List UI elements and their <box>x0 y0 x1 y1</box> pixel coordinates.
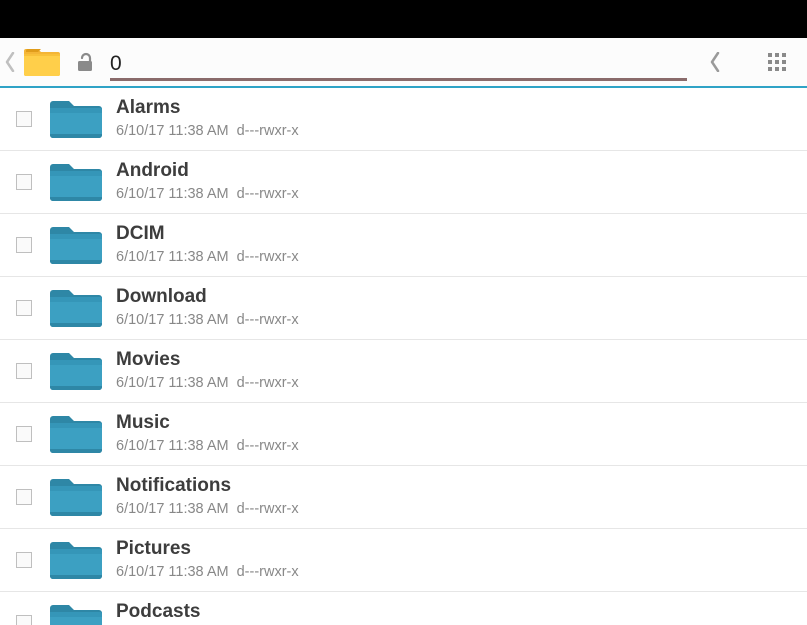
folder-date: 6/10/17 11:38 AM <box>116 375 229 391</box>
row-text: Download 6/10/17 11:38 AM d---rwxr-x <box>116 286 797 330</box>
folder-perms: d---rwxr-x <box>237 438 299 454</box>
grid-icon <box>768 53 786 71</box>
row-text: Music 6/10/17 11:38 AM d---rwxr-x <box>116 412 797 456</box>
app-folder-icon[interactable] <box>24 46 60 78</box>
folder-perms: d---rwxr-x <box>237 501 299 517</box>
path-input[interactable]: 0 <box>110 43 687 81</box>
checkbox[interactable] <box>16 426 32 442</box>
list-item[interactable]: Podcasts6/10/17 11:38 AMd---rwxr-x <box>0 592 807 625</box>
folder-date: 6/10/17 11:38 AM <box>116 438 229 454</box>
row-text: Notifications 6/10/17 11:38 AM d---rwxr-x <box>116 475 797 519</box>
row-text: DCIM 6/10/17 11:38 AM d---rwxr-x <box>116 223 797 267</box>
checkbox[interactable] <box>16 300 32 316</box>
folder-meta: 6/10/17 11:38 AM d---rwxr-x <box>116 373 797 393</box>
checkbox[interactable] <box>16 237 32 253</box>
folder-perms: d---rwxr-x <box>237 186 299 202</box>
folder-icon <box>50 98 102 140</box>
folder-date: 6/10/17 11:38 AM <box>116 312 229 328</box>
folder-date: 6/10/17 11:38 AM <box>116 123 229 139</box>
checkbox[interactable] <box>16 363 32 379</box>
unlock-button[interactable] <box>74 49 100 75</box>
folder-name: Music <box>116 412 797 435</box>
folder-date: 6/10/17 11:38 AM <box>116 186 229 202</box>
folder-perms: d---rwxr-x <box>237 312 299 328</box>
folder-meta: 6/10/17 11:38 AM d---rwxr-x <box>116 247 797 267</box>
back-button[interactable] <box>2 52 18 72</box>
path-underline <box>110 78 687 81</box>
folder-name: Alarms <box>116 97 797 120</box>
folder-date: 6/10/17 11:38 AM <box>116 564 229 580</box>
folder-perms: d---rwxr-x <box>237 123 299 139</box>
list-item[interactable]: Android 6/10/17 11:38 AM d---rwxr-x <box>0 151 807 214</box>
list-item[interactable]: Notifications 6/10/17 11:38 AM d---rwxr-x <box>0 466 807 529</box>
checkbox[interactable] <box>16 489 32 505</box>
file-list[interactable]: Alarms6/10/17 11:38 AMd---rwxr-xAndroid6… <box>0 88 807 625</box>
list-item[interactable]: DCIM 6/10/17 11:38 AM d---rwxr-x <box>0 214 807 277</box>
folder-icon <box>50 413 102 455</box>
row-text: Pictures 6/10/17 11:38 AM d---rwxr-x <box>116 538 797 582</box>
row-text: Android 6/10/17 11:38 AM d---rwxr-x <box>116 160 797 204</box>
folder-name: Movies <box>116 349 797 372</box>
folder-perms: d---rwxr-x <box>237 249 299 265</box>
checkbox[interactable] <box>16 552 32 568</box>
folder-icon <box>50 287 102 329</box>
folder-name: Podcasts <box>116 601 797 624</box>
checkbox[interactable] <box>16 174 32 190</box>
list-item[interactable]: Pictures 6/10/17 11:38 AM d---rwxr-x <box>0 529 807 592</box>
folder-name: Notifications <box>116 475 797 498</box>
folder-icon <box>50 476 102 518</box>
folder-name: Android <box>116 160 797 183</box>
folder-date: 6/10/17 11:38 AM <box>116 501 229 517</box>
folder-icon <box>50 350 102 392</box>
folder-date: 6/10/17 11:38 AM <box>116 249 229 265</box>
folder-icon <box>50 602 102 625</box>
folder-meta: 6/10/17 11:38 AM d---rwxr-x <box>116 436 797 456</box>
folder-meta: 6/10/17 11:38 AM d---rwxr-x <box>116 310 797 330</box>
folder-meta: 6/10/17 11:38 AM d---rwxr-x <box>116 499 797 519</box>
folder-name: Pictures <box>116 538 797 561</box>
unlock-icon <box>76 51 98 73</box>
folder-name: DCIM <box>116 223 797 246</box>
folder-icon <box>50 161 102 203</box>
folder-meta: 6/10/17 11:38 AM d---rwxr-x <box>116 184 797 204</box>
folder-icon <box>50 224 102 266</box>
folder-meta: 6/10/17 11:38 AM d---rwxr-x <box>116 121 797 141</box>
folder-name: Download <box>116 286 797 309</box>
folder-meta: 6/10/17 11:38 AM d---rwxr-x <box>116 562 797 582</box>
list-item[interactable]: Alarms 6/10/17 11:38 AM d---rwxr-x <box>0 88 807 151</box>
chevron-left-icon <box>5 52 15 72</box>
row-text: Podcasts6/10/17 11:38 AMd---rwxr-x <box>116 601 797 625</box>
chevron-left-icon <box>710 52 720 72</box>
list-item[interactable]: Music 6/10/17 11:38 AM d---rwxr-x <box>0 403 807 466</box>
folder-perms: d---rwxr-x <box>237 564 299 580</box>
grid-view-button[interactable] <box>763 48 791 76</box>
folder-icon <box>50 539 102 581</box>
folder-perms: d---rwxr-x <box>237 375 299 391</box>
forward-button[interactable] <box>701 48 729 76</box>
checkbox[interactable] <box>16 111 32 127</box>
list-item[interactable]: Download 6/10/17 11:38 AM d---rwxr-x <box>0 277 807 340</box>
checkbox[interactable] <box>16 615 32 625</box>
toolbar: 0 <box>0 38 807 88</box>
row-text: Movies 6/10/17 11:38 AM d---rwxr-x <box>116 349 797 393</box>
status-bar <box>0 0 807 38</box>
list-item[interactable]: Movies 6/10/17 11:38 AM d---rwxr-x <box>0 340 807 403</box>
path-value: 0 <box>110 52 687 78</box>
row-text: Alarms 6/10/17 11:38 AM d---rwxr-x <box>116 97 797 141</box>
